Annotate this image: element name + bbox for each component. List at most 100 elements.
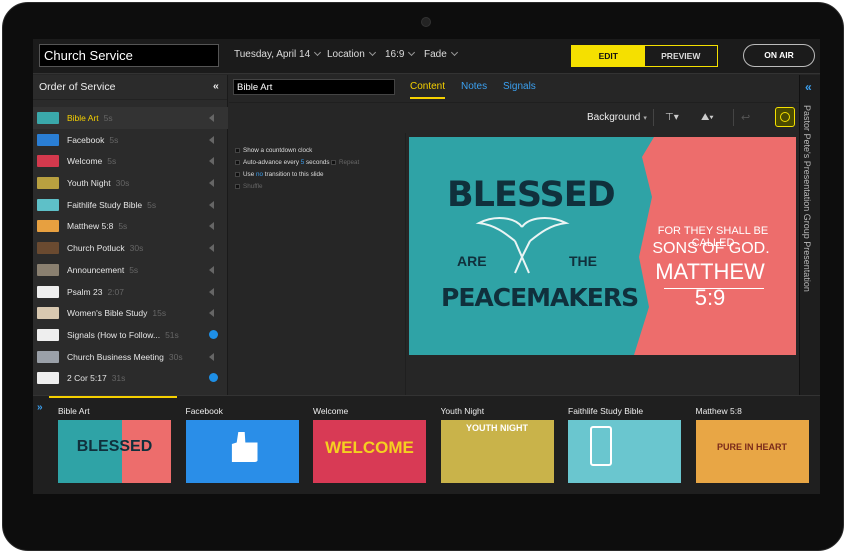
repeat-label: Repeat	[339, 159, 360, 166]
on-air-button[interactable]: ON AIR	[743, 44, 815, 67]
date-dropdown[interactable]: Tuesday, April 14	[234, 48, 322, 60]
checkbox[interactable]	[235, 159, 240, 165]
audio-icon[interactable]	[209, 114, 214, 122]
transition-value[interactable]: no	[256, 171, 263, 178]
list-item[interactable]: Church Potluck 30s	[33, 237, 228, 259]
filmstrip-card[interactable]: Matthew 5:8 PURE IN HEART	[695, 406, 811, 483]
slide-name: Announcement 5s	[67, 265, 138, 275]
divider	[653, 109, 654, 126]
checkbox[interactable]	[235, 183, 240, 189]
shuffle-label: Shuffle	[243, 183, 263, 190]
active-accent	[49, 396, 177, 398]
slide-name-text: Church Business Meeting	[67, 351, 164, 362]
preview-button[interactable]: PREVIEW	[645, 46, 718, 66]
checkbox[interactable]	[331, 159, 336, 165]
slide-name: Bible Art 5s	[67, 113, 113, 123]
slide-are-text: ARE	[457, 253, 487, 269]
countdown-option[interactable]: Show a countdown clock	[235, 147, 312, 154]
slide-thumbnail	[37, 242, 59, 255]
slide-blessed-text: BLESSED	[447, 175, 616, 215]
location-dropdown[interactable]: Location	[327, 48, 376, 60]
checkbox[interactable]	[235, 171, 240, 177]
slide-duration: 15s	[152, 308, 167, 319]
audio-icon[interactable]	[209, 244, 214, 253]
slide-duration: 30s	[129, 243, 144, 254]
card-label: Faithlife Study Bible	[568, 406, 644, 416]
slide-duration: 5s	[118, 221, 128, 232]
tablet-frame: Church Service Tuesday, April 14 Locatio…	[2, 2, 844, 551]
play-icon[interactable]	[209, 329, 218, 339]
collapse-left-icon[interactable]: «	[213, 80, 219, 92]
card-thumbnail: BLESSED	[58, 420, 171, 483]
aspect-label: 16:9	[385, 49, 405, 60]
slide-thumbnail	[37, 307, 59, 320]
filmstrip-card[interactable]: Facebook	[185, 406, 301, 483]
list-item[interactable]: Bible Art 5s	[33, 107, 228, 129]
repeat-option[interactable]: Repeat	[331, 159, 359, 166]
list-item[interactable]: Announcement 5s	[33, 259, 228, 281]
slide-duration: 5s	[129, 264, 139, 275]
audio-icon[interactable]	[209, 309, 214, 318]
list-item[interactable]: 2 Cor 5:17 31s	[33, 367, 228, 389]
audio-icon[interactable]	[209, 200, 214, 209]
refresh-icon	[780, 112, 790, 122]
tab-notes[interactable]: Notes	[461, 81, 487, 97]
auto-advance-option[interactable]: Auto-advance every 5 seconds	[235, 159, 330, 166]
slide-thumbnail	[37, 328, 59, 341]
image-tool-icon[interactable]: ⛰▾	[701, 112, 714, 123]
checkbox[interactable]	[235, 147, 240, 153]
list-item[interactable]: Faithlife Study Bible 5s	[33, 194, 228, 216]
phone-icon	[590, 426, 612, 466]
service-title-input[interactable]: Church Service	[39, 44, 219, 67]
audio-icon[interactable]	[209, 222, 214, 231]
chevron-down-icon	[314, 48, 322, 57]
app-screen: Church Service Tuesday, April 14 Locatio…	[33, 39, 820, 494]
audio-icon[interactable]	[209, 287, 214, 296]
refresh-button[interactable]	[775, 107, 795, 127]
edit-button[interactable]: EDIT	[572, 46, 645, 66]
filmstrip-card[interactable]: Welcome WELCOME	[313, 406, 428, 483]
collapse-right-icon[interactable]: «	[805, 80, 812, 94]
shuffle-option[interactable]: Shuffle	[235, 183, 263, 190]
slide-preview[interactable]: BLESSED ARE THE PEACEMAKERS FOR THEY SHA…	[409, 137, 796, 355]
slide-name-text: Matthew 5:8	[67, 221, 114, 232]
transition-option[interactable]: Use no transition to this slide	[235, 171, 324, 178]
slide-name-text: 2 Cor 5:17	[67, 373, 107, 384]
list-item[interactable]: Welcome 5s	[33, 150, 228, 172]
card-thumbnail: PURE IN HEART	[695, 420, 809, 483]
auto-advance-value[interactable]: 5	[301, 159, 305, 166]
slide-thumbnail	[37, 112, 59, 124]
audio-icon[interactable]	[209, 265, 214, 274]
list-item[interactable]: Women's Bible Study 15s	[33, 302, 228, 324]
list-item[interactable]: Facebook 5s	[33, 129, 228, 151]
list-item[interactable]: Church Business Meeting 30s	[33, 346, 228, 368]
aspect-dropdown[interactable]: 16:9	[385, 48, 416, 60]
tab-content[interactable]: Content	[410, 81, 446, 99]
tab-signals[interactable]: Signals	[503, 81, 536, 97]
audio-icon[interactable]	[209, 157, 214, 166]
collapse-down-icon[interactable]: »	[37, 402, 43, 413]
caret-icon: ▾	[643, 115, 647, 122]
audio-icon[interactable]	[209, 179, 214, 188]
list-item[interactable]: Psalm 23 2:07	[33, 281, 228, 303]
slide-name-input[interactable]: Bible Art	[233, 79, 395, 95]
chevron-down-icon	[368, 48, 376, 57]
filmstrip-card[interactable]: Bible Art BLESSED	[58, 406, 173, 483]
text-tool-icon[interactable]: ⊤▾	[665, 112, 679, 123]
list-item[interactable]: Matthew 5:8 5s	[33, 215, 228, 237]
card-title-text: YOUTH NIGHT	[466, 423, 528, 433]
audio-icon[interactable]	[209, 135, 214, 144]
audio-icon[interactable]	[209, 352, 214, 361]
auto-advance-prefix: Auto-advance every	[243, 159, 300, 166]
card-thumbnail: WELCOME	[313, 420, 426, 483]
slide-duration: 5s	[103, 113, 113, 123]
filmstrip-card[interactable]: Faithlife Study Bible	[568, 406, 683, 483]
card-label: Matthew 5:8	[695, 406, 742, 416]
list-item[interactable]: Signals (How to Follow... 51s	[33, 324, 228, 346]
transition-dropdown[interactable]: Fade	[424, 48, 458, 60]
list-item[interactable]: Youth Night 30s	[33, 172, 228, 194]
play-icon[interactable]	[209, 373, 218, 383]
filmstrip-card[interactable]: Youth Night YOUTH NIGHT	[440, 406, 556, 483]
undo-icon[interactable]: ↩	[741, 111, 750, 124]
background-dropdown[interactable]: Background ▾	[587, 112, 647, 123]
